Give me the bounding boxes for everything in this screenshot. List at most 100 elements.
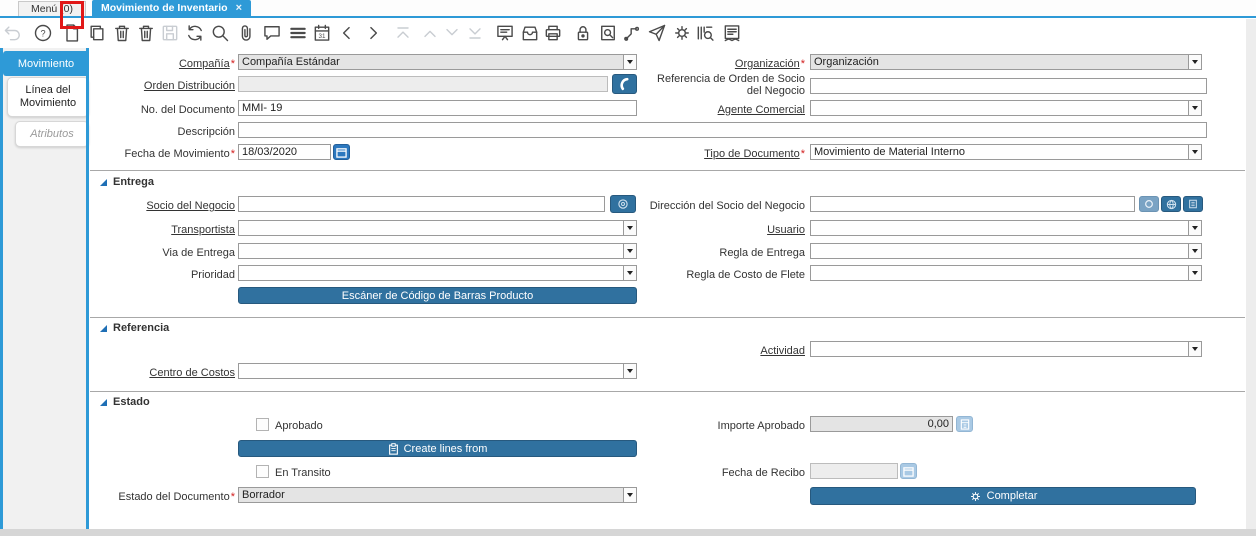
direccion-socio-input[interactable] xyxy=(810,196,1135,212)
aprobado-checkbox[interactable] xyxy=(256,418,269,431)
section-estado-header[interactable]: Estado xyxy=(100,396,150,408)
estado-documento-dropdown-icon[interactable] xyxy=(623,488,636,502)
via-entrega-combo[interactable] xyxy=(238,243,637,259)
regla-costo-flete-combo[interactable] xyxy=(810,265,1202,281)
prioridad-dropdown-icon[interactable] xyxy=(623,266,636,280)
grid-toggle-icon[interactable] xyxy=(286,21,310,45)
compania-value[interactable] xyxy=(239,55,623,69)
organizacion-dropdown-icon[interactable] xyxy=(1188,55,1201,69)
escaner-codigo-barras-button[interactable]: Escáner de Código de Barras Producto xyxy=(238,287,637,304)
regla-costo-flete-value[interactable] xyxy=(811,266,1188,280)
orden-distribucion-zoom-button[interactable] xyxy=(612,74,637,94)
no-documento-input[interactable] xyxy=(238,100,637,116)
compania-dropdown-icon[interactable] xyxy=(623,55,636,69)
no-documento-label: No. del Documento xyxy=(140,104,235,116)
transportista-dropdown-icon[interactable] xyxy=(623,221,636,235)
calendar-icon[interactable]: 31 xyxy=(310,21,334,45)
usuario-dropdown-icon[interactable] xyxy=(1188,221,1201,235)
descripcion-label: Descripción xyxy=(177,126,235,138)
sidebar-tab-atributos[interactable]: Atributos xyxy=(15,121,89,147)
prioridad-combo[interactable] xyxy=(238,265,637,281)
next-record-icon[interactable] xyxy=(361,21,385,45)
socio-negocio-label: Socio del Negocio xyxy=(146,200,235,212)
completar-button[interactable]: Completar xyxy=(810,487,1196,505)
regla-entrega-value[interactable] xyxy=(811,244,1188,258)
actividad-combo[interactable] xyxy=(810,341,1202,357)
en-transito-checkbox[interactable] xyxy=(256,465,269,478)
sidebar-tab-linea-del-movimiento[interactable]: Línea del Movimiento xyxy=(7,77,89,117)
record-access-icon[interactable] xyxy=(596,21,620,45)
send-mail-icon[interactable] xyxy=(645,21,669,45)
organizacion-combo[interactable] xyxy=(810,54,1202,70)
via-entrega-dropdown-icon[interactable] xyxy=(623,244,636,258)
sidebar-tab-movimiento[interactable]: Movimiento xyxy=(3,51,89,76)
estado-documento-value[interactable] xyxy=(239,488,623,502)
referencia-orden-input[interactable] xyxy=(810,78,1207,94)
organizacion-value[interactable] xyxy=(811,55,1188,69)
direccion-location-button[interactable] xyxy=(1183,196,1203,212)
previous-record-icon[interactable] xyxy=(335,21,359,45)
print-icon[interactable] xyxy=(541,21,565,45)
regla-entrega-combo[interactable] xyxy=(810,243,1202,259)
create-lines-button-label: Create lines from xyxy=(403,442,488,455)
regla-entrega-dropdown-icon[interactable] xyxy=(1188,244,1201,258)
report-window-icon[interactable] xyxy=(720,21,744,45)
agente-comercial-dropdown-icon[interactable] xyxy=(1188,101,1201,115)
tipo-documento-combo[interactable] xyxy=(810,144,1202,160)
find-icon[interactable] xyxy=(208,21,232,45)
via-entrega-label: Via de Entrega xyxy=(162,247,235,259)
product-barcode-icon[interactable] xyxy=(693,21,717,45)
socio-negocio-input[interactable] xyxy=(238,196,605,212)
aprobado-checkbox-label: Aprobado xyxy=(275,420,323,432)
direccion-map-button[interactable] xyxy=(1161,196,1181,212)
attachment-icon[interactable] xyxy=(235,21,259,45)
tab-movimiento-inventario[interactable]: Movimiento de Inventario × xyxy=(92,0,252,16)
agente-comercial-combo[interactable] xyxy=(810,100,1202,116)
lock-icon[interactable] xyxy=(571,21,595,45)
actividad-value[interactable] xyxy=(811,342,1188,356)
section-entrega-header[interactable]: Entrega xyxy=(100,176,154,188)
transportista-value[interactable] xyxy=(239,221,623,235)
direccion-record-button[interactable] xyxy=(1139,196,1159,212)
centro-costos-dropdown-icon[interactable] xyxy=(623,364,636,378)
delete-selection-icon[interactable] xyxy=(134,21,158,45)
fecha-movimiento-calendar-button[interactable] xyxy=(333,144,350,160)
report-icon[interactable] xyxy=(493,21,517,45)
regla-costo-flete-label: Regla de Costo de Flete xyxy=(686,269,805,281)
usuario-combo[interactable] xyxy=(810,220,1202,236)
estado-documento-combo[interactable] xyxy=(238,487,637,503)
workflow-icon[interactable] xyxy=(620,21,644,45)
prioridad-label: Prioridad xyxy=(190,269,235,281)
tipo-documento-label: Tipo de Documento* xyxy=(704,148,805,160)
tipo-documento-dropdown-icon[interactable] xyxy=(1188,145,1201,159)
prioridad-value[interactable] xyxy=(239,266,623,280)
agente-comercial-value[interactable] xyxy=(811,101,1188,115)
compania-combo[interactable] xyxy=(238,54,637,70)
regla-costo-flete-dropdown-icon[interactable] xyxy=(1188,266,1201,280)
compania-label: Compañía* xyxy=(178,58,235,70)
toolbar: ? 31 xyxy=(0,18,1256,48)
via-entrega-value[interactable] xyxy=(239,244,623,258)
close-tab-icon[interactable]: × xyxy=(236,2,242,14)
delete-record-icon[interactable] xyxy=(110,21,134,45)
process-icon[interactable] xyxy=(670,21,694,45)
actividad-dropdown-icon[interactable] xyxy=(1188,342,1201,356)
create-lines-from-button[interactable]: Create lines from xyxy=(238,440,637,457)
parent-record-icon xyxy=(418,21,442,45)
tipo-documento-value[interactable] xyxy=(811,145,1188,159)
section-separator xyxy=(90,391,1245,392)
descripcion-input[interactable] xyxy=(238,122,1207,138)
socio-negocio-info-button[interactable] xyxy=(610,195,636,213)
centro-costos-combo[interactable] xyxy=(238,363,637,379)
section-referencia-header[interactable]: Referencia xyxy=(100,322,169,334)
chat-icon[interactable] xyxy=(260,21,284,45)
right-gutter xyxy=(1246,19,1256,529)
transportista-combo[interactable] xyxy=(238,220,637,236)
archive-icon[interactable] xyxy=(518,21,542,45)
refresh-icon[interactable] xyxy=(183,21,207,45)
centro-costos-value[interactable] xyxy=(239,364,623,378)
fecha-movimiento-input[interactable] xyxy=(238,144,331,160)
help-icon[interactable]: ? xyxy=(31,21,55,45)
copy-record-icon[interactable] xyxy=(85,21,109,45)
usuario-value[interactable] xyxy=(811,221,1188,235)
